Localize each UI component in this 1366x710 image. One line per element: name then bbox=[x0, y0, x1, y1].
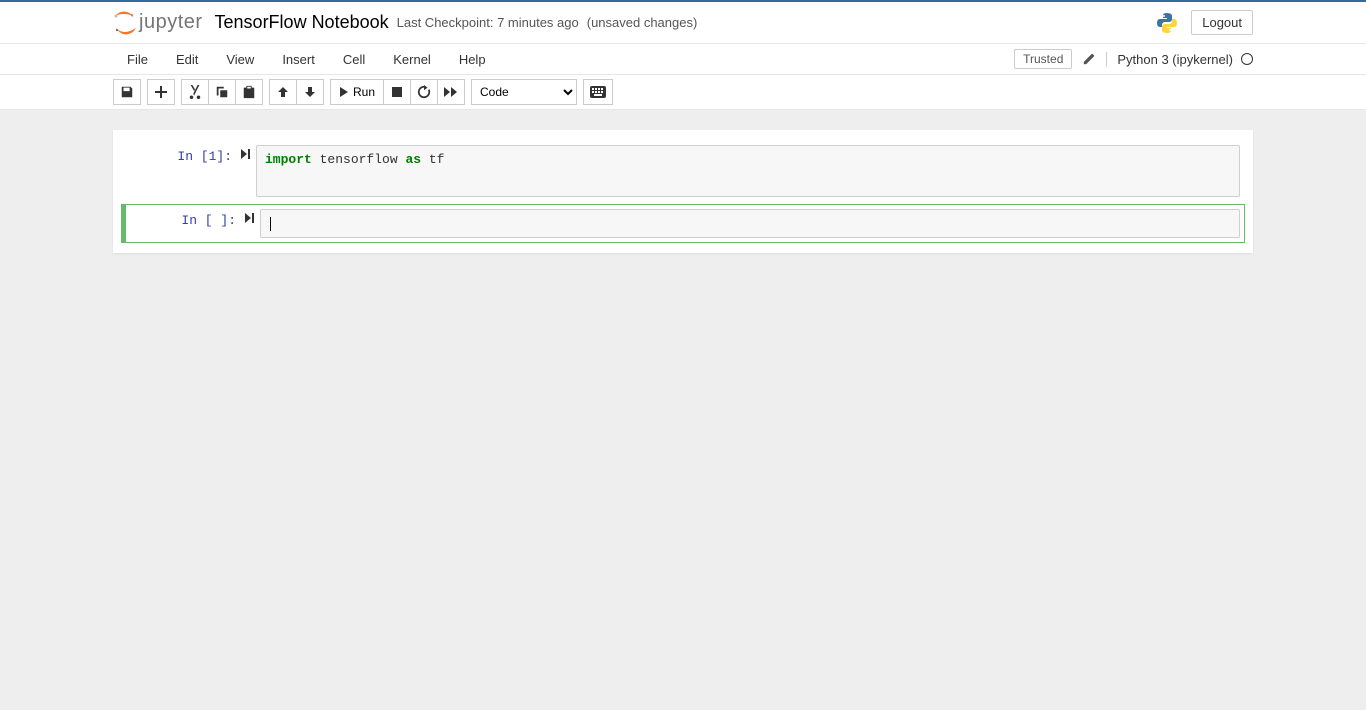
menu-kernel[interactable]: Kernel bbox=[379, 46, 445, 73]
trusted-indicator[interactable]: Trusted bbox=[1014, 49, 1072, 69]
cell-prompt: In [1]: bbox=[177, 149, 232, 164]
copy-button[interactable] bbox=[208, 79, 236, 105]
cut-button[interactable] bbox=[181, 79, 209, 105]
menu-help[interactable]: Help bbox=[445, 46, 500, 73]
jupyter-logo-text: jupyter bbox=[139, 11, 203, 34]
menu-insert[interactable]: Insert bbox=[268, 46, 329, 73]
notebook-title[interactable]: TensorFlow Notebook bbox=[215, 12, 389, 33]
run-button-label: Run bbox=[353, 85, 375, 99]
move-up-button[interactable] bbox=[269, 79, 297, 105]
python-icon bbox=[1155, 11, 1179, 35]
cell-type-select[interactable]: Code bbox=[471, 79, 577, 105]
restart-run-all-button[interactable] bbox=[437, 79, 465, 105]
notebook-container: In [1]: import tensorflow as tf In [ ]: bbox=[113, 130, 1253, 253]
save-button[interactable] bbox=[113, 79, 141, 105]
move-down-button[interactable] bbox=[296, 79, 324, 105]
cell-prompt: In [ ]: bbox=[181, 213, 236, 228]
unsaved-text: (unsaved changes) bbox=[587, 15, 698, 30]
menu-view[interactable]: View bbox=[212, 46, 268, 73]
stop-button[interactable] bbox=[383, 79, 411, 105]
edit-icon[interactable] bbox=[1082, 52, 1096, 66]
code-input[interactable] bbox=[260, 209, 1240, 238]
menu-edit[interactable]: Edit bbox=[162, 46, 212, 73]
jupyter-logo[interactable]: jupyter bbox=[113, 11, 203, 35]
code-cell[interactable]: In [1]: import tensorflow as tf bbox=[121, 140, 1245, 202]
paste-button[interactable] bbox=[235, 79, 263, 105]
restart-button[interactable] bbox=[410, 79, 438, 105]
code-input[interactable]: import tensorflow as tf bbox=[256, 145, 1240, 197]
command-palette-button[interactable] bbox=[583, 79, 613, 105]
menu-file[interactable]: File bbox=[113, 46, 162, 73]
checkpoint-text: Last Checkpoint: 7 minutes ago bbox=[397, 15, 579, 30]
logout-button[interactable]: Logout bbox=[1191, 10, 1253, 35]
run-cell-icon[interactable] bbox=[244, 213, 254, 223]
run-cell-icon[interactable] bbox=[240, 149, 250, 159]
jupyter-logo-icon bbox=[113, 11, 137, 35]
kernel-name[interactable]: Python 3 (ipykernel) bbox=[1106, 52, 1233, 67]
menu-cell[interactable]: Cell bbox=[329, 46, 379, 73]
run-button[interactable]: Run bbox=[330, 79, 384, 105]
code-cell[interactable]: In [ ]: bbox=[121, 204, 1245, 243]
kernel-indicator-icon bbox=[1241, 53, 1253, 65]
add-cell-button[interactable] bbox=[147, 79, 175, 105]
